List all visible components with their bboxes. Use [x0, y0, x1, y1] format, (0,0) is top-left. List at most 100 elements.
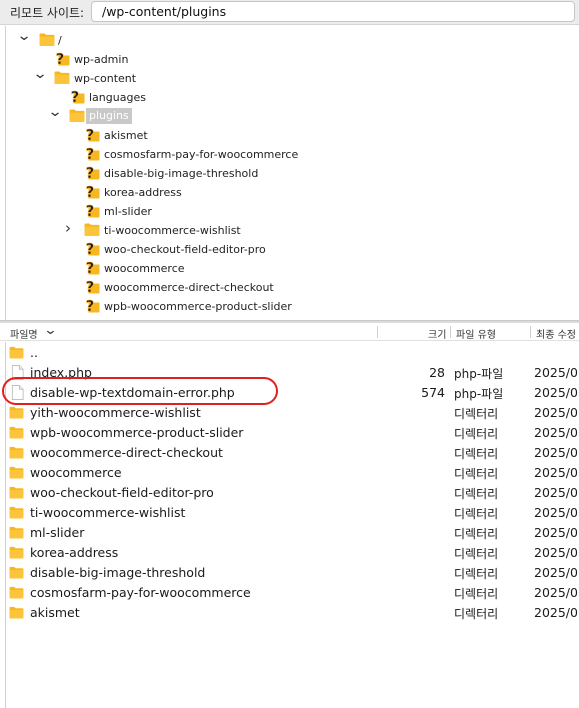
- file-name: woocommerce: [30, 465, 122, 480]
- tree-node-label: ml-slider: [104, 205, 152, 218]
- file-name: ..: [30, 345, 38, 360]
- tree-node[interactable]: ? wp-admin: [0, 50, 579, 69]
- file-row[interactable]: akismet 디렉터리 2025/07: [0, 603, 579, 623]
- tree-node-label: korea-address: [104, 186, 182, 199]
- file-type: 디렉터리: [454, 547, 499, 561]
- file-type: 디렉터리: [454, 607, 499, 621]
- tree-node[interactable]: › ti-woocommerce-wishlist: [0, 221, 579, 240]
- file-modified: 2025/07: [534, 505, 579, 520]
- file-type: 디렉터리: [454, 587, 499, 601]
- folder-icon: [9, 506, 24, 519]
- tree-node-label: ti-woocommerce-wishlist: [104, 224, 241, 237]
- file-row[interactable]: ml-slider 디렉터리 2025/07: [0, 523, 579, 543]
- tree-node-label: cosmosfarm-pay-for-woocommerce: [104, 148, 299, 161]
- column-header-modified[interactable]: 최종 수정: [536, 326, 576, 341]
- unknown-folder-icon: ?: [84, 259, 100, 278]
- svg-text:?: ?: [86, 203, 95, 218]
- chevron-right-icon[interactable]: ›: [63, 221, 73, 236]
- file-list-header: 파일명 ⌄ 크기 파일 유형 최종 수정: [0, 323, 579, 341]
- tree-node[interactable]: ⌄ wp-content: [0, 67, 579, 88]
- tree-node-label: /: [58, 34, 62, 47]
- folder-icon: [9, 466, 24, 479]
- file-name: ml-slider: [30, 525, 85, 540]
- folder-icon: [9, 446, 24, 459]
- file-row[interactable]: woo-checkout-field-editor-pro 디렉터리 2025/07: [0, 483, 579, 503]
- file-row[interactable]: woocommerce-direct-checkout 디렉터리 2025/07: [0, 443, 579, 463]
- sort-descending-icon[interactable]: ⌄: [43, 324, 57, 337]
- folder-icon: [9, 346, 24, 359]
- file-type: 디렉터리: [454, 487, 499, 501]
- file-row[interactable]: disable-wp-textdomain-error.php 574 php-파일…: [0, 383, 579, 403]
- chevron-down-icon[interactable]: ⌄: [48, 105, 63, 119]
- file-row[interactable]: yith-woocommerce-wishlist 디렉터리 2025/07: [0, 403, 579, 423]
- file-name: woo-checkout-field-editor-pro: [30, 485, 214, 500]
- tree-node-label: woocommerce-direct-checkout: [104, 281, 274, 294]
- folder-icon: [9, 486, 24, 499]
- file-modified: 2025/07: [534, 545, 579, 560]
- tree-node[interactable]: ? disable-big-image-threshold: [0, 164, 579, 183]
- tree-node[interactable]: ? woo-checkout-field-editor-pro: [0, 240, 579, 259]
- file-modified: 2025/07: [534, 425, 579, 440]
- unknown-folder-icon: ?: [84, 240, 100, 259]
- svg-text:?: ?: [56, 51, 65, 66]
- tree-node-label: wp-content: [74, 72, 137, 85]
- tree-node[interactable]: ? wpb-woocommerce-product-slider: [0, 297, 579, 316]
- unknown-folder-icon: ?: [84, 164, 100, 182]
- file-row[interactable]: korea-address 디렉터리 2025/07: [0, 543, 579, 563]
- file-type: php-파일: [454, 367, 504, 381]
- file-name: woocommerce-direct-checkout: [30, 445, 223, 460]
- remote-file-list: .. index.php 28 php-파일 2025/07 disable-wp-t…: [0, 342, 579, 708]
- file-row[interactable]: wpb-woocommerce-product-slider 디렉터리 2025/0…: [0, 423, 579, 443]
- chevron-down-icon[interactable]: ⌄: [17, 29, 32, 43]
- tree-node-label: plugins: [86, 108, 132, 124]
- tree-node[interactable]: ? woocommerce: [0, 259, 579, 278]
- tree-node[interactable]: ⌄ plugins: [0, 105, 579, 126]
- file-row[interactable]: disable-big-image-threshold 디렉터리 2025/07: [0, 563, 579, 583]
- tree-node-label: woo-checkout-field-editor-pro: [104, 243, 266, 256]
- file-type: 디렉터리: [454, 467, 499, 481]
- column-separator[interactable]: [530, 326, 531, 338]
- folder-icon: [84, 222, 100, 237]
- file-row[interactable]: ti-woocommerce-wishlist 디렉터리 2025/07: [0, 503, 579, 523]
- tree-node[interactable]: ? akismet: [0, 126, 579, 145]
- svg-text:?: ?: [86, 146, 95, 161]
- remote-path-input[interactable]: [91, 1, 575, 22]
- folder-icon: [9, 406, 24, 419]
- tree-node[interactable]: ? languages: [0, 88, 579, 107]
- file-type: 디렉터리: [454, 507, 499, 521]
- file-modified: 2025/07: [534, 565, 579, 580]
- column-header-size[interactable]: 크기: [428, 326, 446, 341]
- folder-icon: [9, 606, 24, 619]
- file-modified: 2025/07: [534, 585, 579, 600]
- file-row[interactable]: ..: [0, 343, 579, 363]
- chevron-down-icon[interactable]: ⌄: [33, 67, 48, 81]
- file-type: php-파일: [454, 387, 504, 401]
- folder-icon: [9, 566, 24, 579]
- tree-node[interactable]: ? woocommerce-direct-checkout: [0, 278, 579, 297]
- file-name: disable-wp-textdomain-error.php: [30, 385, 235, 400]
- unknown-folder-icon: ?: [84, 297, 100, 316]
- tree-node[interactable]: ? ml-slider: [0, 202, 579, 221]
- file-name: wpb-woocommerce-product-slider: [30, 425, 244, 440]
- file-row[interactable]: cosmosfarm-pay-for-woocommerce 디렉터리 2025/0…: [0, 583, 579, 603]
- unknown-folder-icon: ?: [84, 183, 100, 201]
- tree-node[interactable]: ⌄ /: [0, 29, 579, 50]
- svg-text:?: ?: [86, 127, 95, 142]
- file-size: 28: [429, 365, 445, 380]
- column-header-name[interactable]: 파일명: [10, 326, 38, 341]
- file-modified: 2025/07: [534, 525, 579, 540]
- file-row[interactable]: index.php 28 php-파일 2025/07: [0, 363, 579, 383]
- file-type: 디렉터리: [454, 427, 499, 441]
- tree-node[interactable]: ? korea-address: [0, 183, 579, 202]
- tree-node-label: disable-big-image-threshold: [104, 167, 259, 180]
- file-row[interactable]: woocommerce 디렉터리 2025/07: [0, 463, 579, 483]
- file-name: disable-big-image-threshold: [30, 565, 206, 580]
- file-modified: 2025/07: [534, 485, 579, 500]
- column-header-type[interactable]: 파일 유형: [456, 326, 496, 341]
- column-separator[interactable]: [450, 326, 451, 338]
- column-separator[interactable]: [377, 326, 378, 338]
- svg-text:?: ?: [86, 241, 95, 256]
- folder-icon: [69, 108, 85, 123]
- tree-node[interactable]: ? cosmosfarm-pay-for-woocommerce: [0, 145, 579, 164]
- tree-node-label: wp-admin: [74, 53, 129, 66]
